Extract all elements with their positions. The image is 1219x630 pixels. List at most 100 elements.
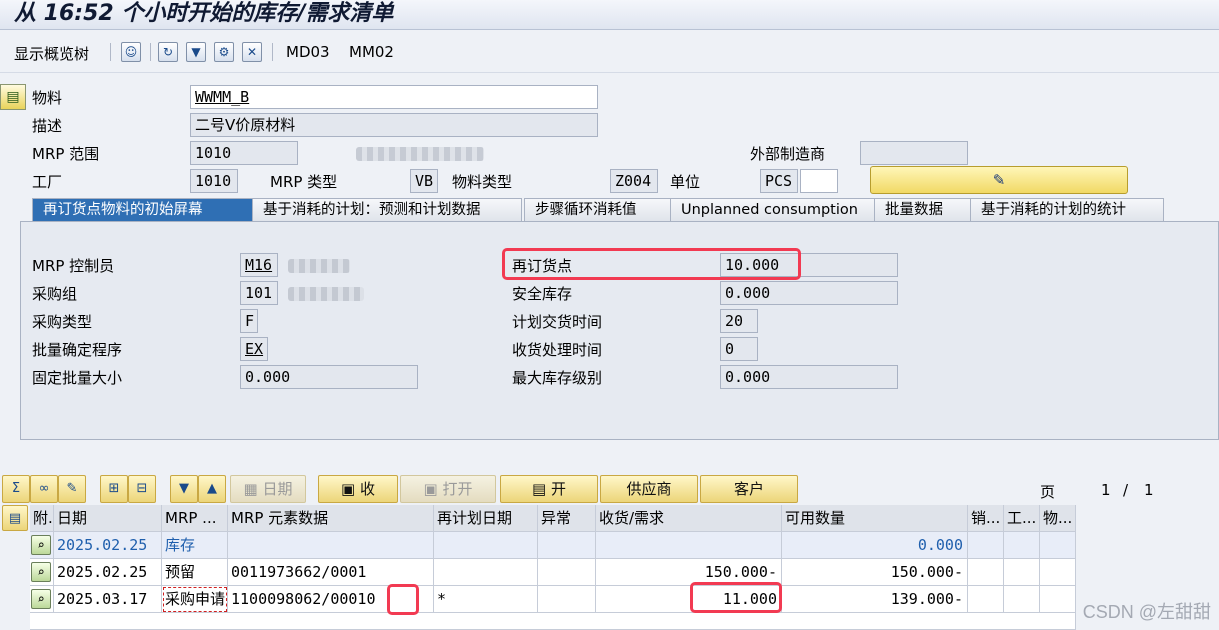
reorder-point-field: 10.000 (720, 253, 898, 277)
settings-icon[interactable]: ⚙ (214, 42, 234, 62)
md03-button[interactable]: MD03 (286, 43, 330, 61)
blurred-text (288, 259, 350, 273)
refresh-icon[interactable]: ↻ (158, 42, 178, 62)
person-icon[interactable]: ☺ (121, 42, 141, 62)
table-cell-qty (596, 532, 782, 559)
reorder-point-label: 再订货点 (512, 257, 573, 275)
purchasing-group-label: 采购组 (32, 285, 78, 303)
tab-reorder-initial[interactable]: 再订货点物料的初始屏幕 (32, 198, 260, 222)
column-header[interactable]: 工... (1004, 505, 1040, 532)
column-header[interactable]: 再计划日期 (434, 505, 538, 532)
table-row[interactable]: ⌕ (30, 586, 54, 613)
unit-field: PCS (760, 169, 798, 193)
tab-consumption-statistics[interactable]: 基于消耗的计划的统计 (970, 198, 1164, 222)
table-cell-exception (538, 559, 596, 586)
table-row[interactable]: ⌕ (30, 532, 54, 559)
page-total: 1 (1144, 481, 1154, 499)
table-cell-date: 2025.02.25 (54, 559, 162, 586)
table-cell (1040, 532, 1076, 559)
export-icon[interactable]: ✕ (242, 42, 262, 62)
description-field: 二号V价原材料 (190, 113, 598, 137)
table-cell-data: 0011973662/0001 (228, 559, 434, 586)
tab-lot-size-data[interactable]: 批量数据 (874, 198, 974, 222)
expand-icon[interactable]: ⊞ (100, 475, 128, 503)
receipt-icon: ▣ (341, 480, 360, 498)
tab-unplanned-consumption[interactable]: Unplanned consumption (670, 198, 894, 222)
glasses-icon[interactable]: ∞ (30, 475, 58, 503)
date-button[interactable]: ▦ 日期 (230, 475, 306, 503)
table-row[interactable]: ⌕ (30, 559, 54, 586)
edit-button[interactable]: ✎ (870, 166, 1128, 194)
tab-step-consumption[interactable]: 步骤循环消耗值 (524, 198, 684, 222)
header-toggle-icon[interactable]: ▤ (0, 84, 26, 110)
table-cell (968, 532, 1004, 559)
table-cell-mrp: 预留 (162, 559, 228, 586)
table-cell-date: 2025.02.25 (54, 532, 162, 559)
table-cell-available: 0.000 (782, 532, 968, 559)
mrp-controller-label: MRP 控制员 (32, 257, 115, 275)
table-cell (1004, 559, 1040, 586)
receipts-button[interactable]: ▣ 收 (318, 475, 398, 503)
pencil-icon[interactable]: ✎ (58, 475, 86, 503)
procurement-type-field: F (240, 309, 258, 333)
magnifier-icon[interactable]: ⌕ (31, 562, 51, 582)
column-header[interactable]: 异常 (538, 505, 596, 532)
fixed-lot-size-label: 固定批量大小 (32, 369, 123, 387)
tab-content-panel (20, 221, 1219, 440)
column-header[interactable]: MRP 元素数据 (228, 505, 434, 532)
table-cell-qty: 150.000- (596, 559, 782, 586)
sum-icon[interactable]: Σ (2, 475, 30, 503)
external-manufacturer-field (860, 141, 968, 165)
column-header[interactable]: 收货/需求 (596, 505, 782, 532)
sort-descending-icon[interactable]: ▼ (170, 475, 198, 503)
table-cell-available: 139.000- (782, 586, 968, 613)
sort-ascending-icon[interactable]: ▲ (198, 475, 226, 503)
column-header[interactable]: 销... (968, 505, 1004, 532)
material-type-field: Z004 (610, 169, 658, 193)
column-header[interactable]: MRP ... (162, 505, 228, 532)
date-icon: ▦ (243, 480, 263, 498)
planned-delivery-label: 计划交货时间 (512, 313, 603, 331)
toolbar-separator (110, 43, 111, 61)
column-header[interactable]: 可用数量 (782, 505, 968, 532)
start-button[interactable]: ▤ 开 (500, 475, 598, 503)
title-bar: 从 16:52 个小时开始的库存/需求清单 (0, 0, 1219, 30)
unit-extra-field[interactable] (800, 169, 838, 193)
mm02-button[interactable]: MM02 (349, 43, 394, 61)
gr-processing-label: 收货处理时间 (512, 341, 603, 359)
description-label: 描述 (32, 117, 63, 135)
mrp-controller-field: M16 (240, 253, 278, 277)
magnifier-icon[interactable]: ⌕ (31, 589, 51, 609)
table-cell-mrp: 库存 (162, 532, 228, 559)
table-cell-exception (538, 532, 596, 559)
filter-icon[interactable]: ▼ (186, 42, 206, 62)
column-header[interactable]: 日期 (54, 505, 162, 532)
open-button[interactable]: ▣ 打开 (400, 475, 496, 503)
blurred-text (356, 147, 484, 161)
blurred-text (288, 287, 364, 301)
mrp-type-field: VB (410, 169, 438, 193)
table-cell-exception (538, 586, 596, 613)
magnifier-icon[interactable]: ⌕ (31, 535, 51, 555)
table-cell-date: 2025.03.17 (54, 586, 162, 613)
alv-toolbar: Σ ∞ ✎ ⊞ ⊟ ▼ ▲ ▦ 日期 ▣ 收 ▣ 打开 ▤ 开 供应商 客户 (0, 475, 1219, 505)
column-header[interactable]: 附. (30, 505, 54, 532)
table-cell (1040, 559, 1076, 586)
column-header[interactable]: 物... (1040, 505, 1076, 532)
table-cell-data: 1100098062/00010 (228, 586, 434, 613)
table-cell (1004, 532, 1040, 559)
supplier-button[interactable]: 供应商 (600, 475, 698, 503)
material-label: 物料 (32, 89, 63, 107)
customer-button[interactable]: 客户 (700, 475, 798, 503)
tab-consumption-forecast[interactable]: 基于消耗的计划：预测和计划数据 (252, 198, 522, 222)
table-cell-resched (434, 559, 538, 586)
lot-size-procedure-field: EX (240, 337, 268, 361)
max-stock-label: 最大库存级别 (512, 369, 603, 387)
mrp-type-label: MRP 类型 (270, 173, 338, 191)
page-separator: / (1123, 481, 1129, 499)
table-settings-icon[interactable]: ▤ (2, 505, 28, 531)
overview-tree-button[interactable]: 显示概览树 (14, 43, 89, 64)
planned-delivery-field: 20 (720, 309, 758, 333)
collapse-icon[interactable]: ⊟ (128, 475, 156, 503)
material-field[interactable]: WWMM_B (190, 85, 598, 109)
